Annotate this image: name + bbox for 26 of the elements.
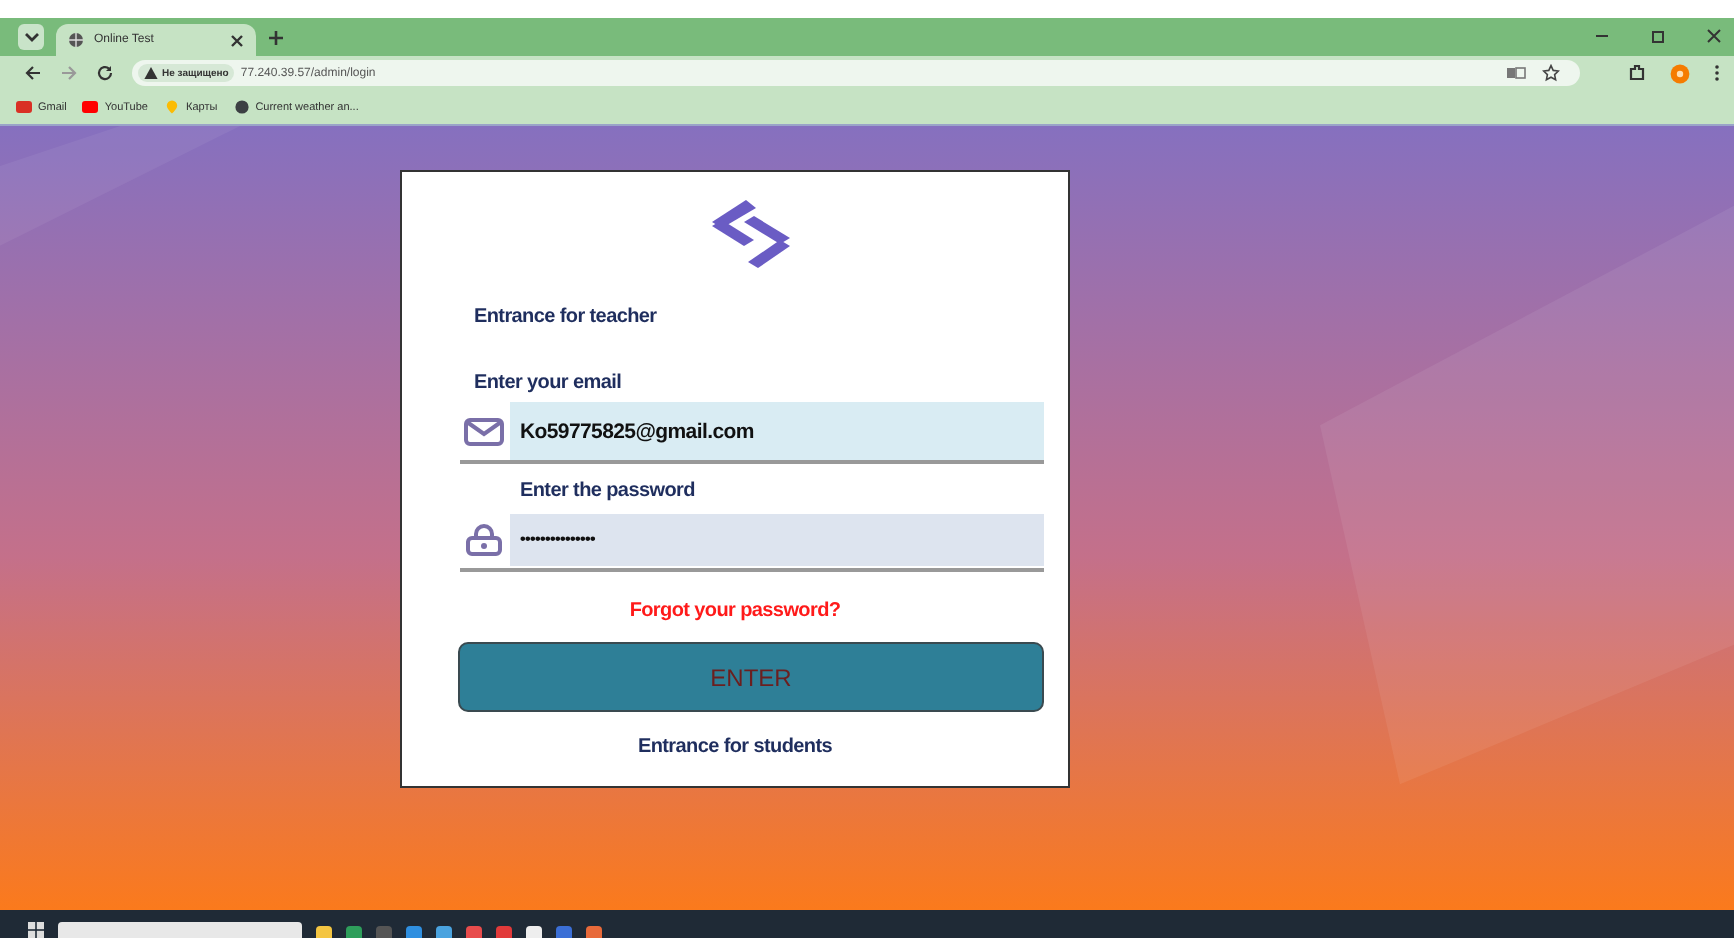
lock-icon [464,523,504,555]
close-icon[interactable] [230,33,244,47]
bookmark-icon [82,100,99,114]
taskbar-search-field[interactable] [58,922,302,938]
globe-icon [68,32,84,48]
form-heading: Entrance for teacher [474,306,659,328]
windows-icon[interactable] [28,922,44,938]
new-tab-icon[interactable] [268,30,284,46]
warning-icon [144,66,158,80]
puzzle-icon[interactable] [1628,64,1646,82]
bookmark-icon [16,100,32,114]
menu-icon[interactable] [1714,64,1720,82]
password-label: Enter the password [520,480,697,502]
chevron-down-icon [23,31,39,43]
bookmark-icon [233,100,250,114]
forgot-password-link[interactable]: Forgot your password? [629,600,841,622]
tab-search-button[interactable] [18,24,44,50]
email-label: Enter your email [474,372,624,394]
star-icon[interactable] [1542,64,1560,82]
students-link[interactable]: Entrance for students [637,736,833,758]
reload-icon[interactable] [96,64,114,82]
restore-icon[interactable] [1650,28,1666,44]
envelope-icon [464,417,504,445]
bookmark-icon [164,100,180,114]
back-icon[interactable] [24,64,42,82]
close-icon[interactable] [1706,28,1722,44]
